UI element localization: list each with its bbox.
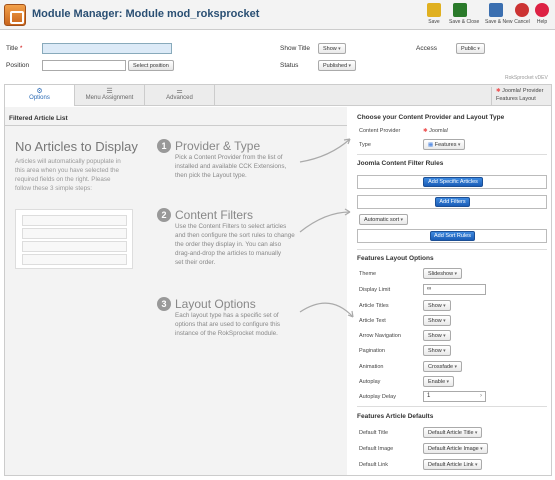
toolbar-header: Module Manager: Module mod_roksprocket S… xyxy=(0,0,555,30)
tab-options[interactable]: ⚙ Options xyxy=(5,85,75,106)
filter-section-heading: Joomla Content Filter Rules xyxy=(357,160,444,167)
add-specific-articles-button[interactable]: Add Specific Articles xyxy=(423,177,483,187)
save-close-icon xyxy=(453,3,467,17)
tab-bar: ⚙ Options ☰ Menu Assignment ⚌ Advanced ✱ Jo… xyxy=(4,84,552,106)
display-limit-label: Display Limit xyxy=(359,287,391,293)
defaults-section-heading: Features Article Defaults xyxy=(357,413,434,420)
cancel-icon xyxy=(515,3,529,17)
help-button[interactable]: Help xyxy=(531,3,553,25)
content-provider-value: ✱ Joomla! xyxy=(423,128,449,134)
default-title-select[interactable]: Default Article Title xyxy=(423,427,483,438)
step-3-title: Layout Options xyxy=(175,297,256,311)
save-new-icon xyxy=(489,3,503,17)
pagination-label: Pagination xyxy=(359,348,385,354)
provider-badge: ✱ Joomla! Provider Features Layout xyxy=(491,87,551,105)
access-label: Access xyxy=(416,45,437,52)
autoplay-delay-label: Autoplay Delay xyxy=(359,394,396,400)
default-link-label: Default Link xyxy=(359,462,389,468)
arrow-navigation-label: Arrow Navigation xyxy=(359,333,401,339)
step-2-badge: 2 xyxy=(157,208,171,222)
tab-advanced[interactable]: ⚌ Advanced xyxy=(145,85,215,106)
article-list-panel: Filtered Article List No Articles to Dis… xyxy=(5,107,354,475)
status-select[interactable]: Published xyxy=(318,60,357,71)
joomla-icon: ✱ xyxy=(423,128,428,134)
article-list-preview xyxy=(15,209,133,269)
animation-label: Animation xyxy=(359,364,384,370)
joomla-icon: ✱ xyxy=(496,88,501,94)
add-filters-button[interactable]: Add Filters xyxy=(435,197,470,207)
default-image-select[interactable]: Default Article Image xyxy=(423,443,488,454)
article-titles-label: Article Titles xyxy=(359,303,389,309)
autoplay-label: Autoplay xyxy=(359,379,381,385)
automatic-sort-select[interactable]: Automatic sort xyxy=(359,214,409,225)
sliders-icon: ⚌ xyxy=(176,88,183,95)
provider-section-heading: Choose your Content Provider and Layout … xyxy=(357,114,505,121)
step-arrows-icon xyxy=(299,138,354,318)
theme-label: Theme xyxy=(359,271,377,277)
status-label: Status xyxy=(280,62,299,69)
step-1-title: Provider & Type xyxy=(175,139,261,153)
page-title: Module Manager: Module mod_roksprocket xyxy=(32,8,260,20)
animation-select[interactable]: Crossfade xyxy=(423,361,462,372)
show-title-select[interactable]: Show xyxy=(318,43,346,54)
save-new-button[interactable]: Save & New xyxy=(485,3,513,25)
autoplay-select[interactable]: Enable xyxy=(423,376,455,387)
default-link-select[interactable]: Default Article Link xyxy=(423,459,483,470)
stepper-arrow-icon[interactable]: › xyxy=(480,393,482,399)
theme-select[interactable]: Slideshow xyxy=(423,268,462,279)
title-label: Title * xyxy=(6,45,23,52)
step-2-title: Content Filters xyxy=(175,208,254,222)
add-sort-rules-button[interactable]: Add Sort Rules xyxy=(430,231,475,241)
pagination-select[interactable]: Show xyxy=(423,345,451,356)
cancel-button[interactable]: Cancel xyxy=(511,3,533,25)
no-articles-desc: Articles will automatically popuplate in… xyxy=(15,158,121,192)
step-1-badge: 1 xyxy=(157,139,171,153)
access-select[interactable]: Public xyxy=(456,43,485,54)
show-title-label: Show Title xyxy=(280,45,310,52)
content-provider-label: Content Provider xyxy=(359,128,401,134)
arrow-navigation-select[interactable]: Show xyxy=(423,330,451,341)
help-icon xyxy=(535,3,549,17)
save-button[interactable]: Save xyxy=(423,3,445,25)
save-close-button[interactable]: Save & Close xyxy=(449,3,479,25)
roksprocket-brand: RokSprocket vDEV xyxy=(505,75,548,81)
tab-menu-assignment[interactable]: ☰ Menu Assignment xyxy=(75,85,145,106)
default-title-label: Default Title xyxy=(359,430,389,436)
title-input[interactable] xyxy=(42,43,172,54)
module-manager-icon xyxy=(4,4,26,26)
gear-icon: ⚙ xyxy=(36,88,43,95)
article-text-label: Article Text xyxy=(359,318,386,324)
layout-section-heading: Features Layout Options xyxy=(357,255,434,262)
article-titles-select[interactable]: Show xyxy=(423,300,451,311)
type-select[interactable]: ▦ Features xyxy=(423,139,466,150)
select-position-button[interactable]: Select position xyxy=(128,60,174,71)
type-label: Type xyxy=(359,142,371,148)
save-icon xyxy=(427,3,441,17)
position-label: Position xyxy=(6,62,30,69)
filtered-list-heading: Filtered Article List xyxy=(9,115,68,122)
autoplay-delay-stepper[interactable]: 1 › xyxy=(423,391,486,402)
menu-icon: ☰ xyxy=(106,88,113,95)
step-3-badge: 3 xyxy=(157,297,171,311)
grid-icon: ▦ xyxy=(428,142,434,148)
no-articles-title: No Articles to Display xyxy=(15,139,138,154)
default-image-label: Default Image xyxy=(359,446,394,452)
article-text-select[interactable]: Show xyxy=(423,315,451,326)
display-limit-input[interactable]: ∞ xyxy=(423,284,486,295)
position-input[interactable] xyxy=(42,60,126,71)
